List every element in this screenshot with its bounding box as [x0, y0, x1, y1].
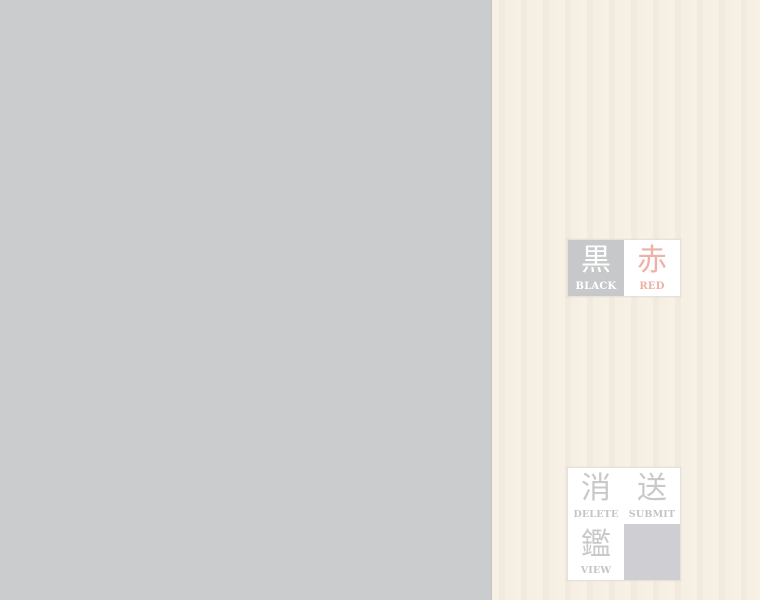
view-button[interactable]: 鑑 VIEW [568, 524, 624, 580]
view-label: VIEW [580, 565, 612, 576]
delete-kanji-icon: 消 [581, 471, 611, 506]
submit-kanji-icon: 送 [637, 471, 667, 506]
delete-button[interactable]: 消 DELETE [568, 468, 624, 524]
action-palette: 消 DELETE 送 SUBMIT 鑑 VIEW [567, 467, 681, 581]
black-label: BLACK [575, 281, 617, 292]
submit-label: SUBMIT [628, 509, 676, 520]
red-kanji-icon: 赤 [637, 243, 667, 278]
submit-button[interactable]: 送 SUBMIT [624, 468, 680, 524]
drawing-canvas[interactable] [0, 0, 492, 600]
delete-label: DELETE [573, 509, 619, 520]
empty-slot [624, 524, 680, 580]
color-palette: 黒 BLACK 赤 RED [567, 239, 681, 297]
black-kanji-icon: 黒 [581, 243, 611, 278]
red-label: RED [639, 281, 665, 292]
view-kanji-icon: 鑑 [581, 527, 611, 562]
black-color-button[interactable]: 黒 BLACK [568, 240, 624, 296]
app-root: 黒 BLACK 赤 RED 消 DELETE 送 SUBMIT 鑑 VIEW [0, 0, 760, 600]
red-color-button[interactable]: 赤 RED [624, 240, 680, 296]
